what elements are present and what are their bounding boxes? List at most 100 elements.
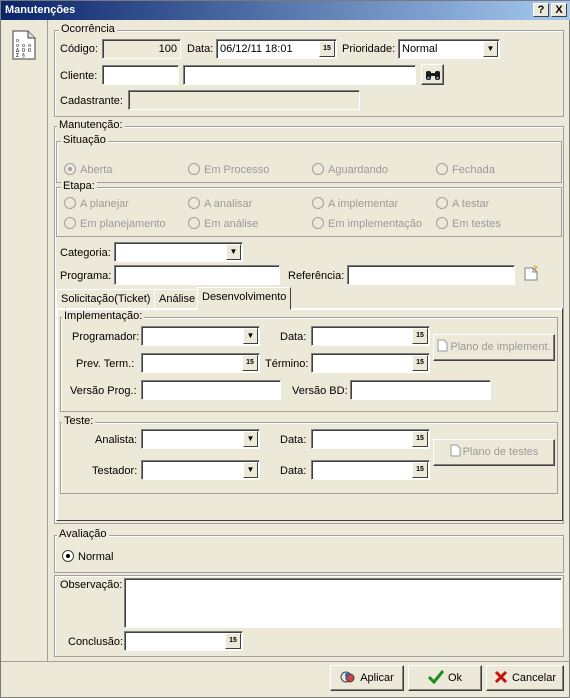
- radio-label: Fechada: [452, 164, 495, 176]
- versao-prog-input[interactable]: [141, 380, 281, 400]
- etapa-em-implementacao-radio[interactable]: Em implementação: [312, 217, 422, 230]
- close-button[interactable]: X: [551, 3, 567, 17]
- radio-dot-icon: [62, 550, 74, 562]
- impl-data-label: Data:: [280, 331, 307, 343]
- situacao-fechada-radio[interactable]: Fechada: [436, 163, 495, 176]
- radio-dot-icon: [188, 163, 200, 175]
- prioridade-select[interactable]: Normal ▼: [398, 39, 500, 59]
- teste-data-field[interactable]: 15: [311, 429, 430, 449]
- plano-testes-label: Plano de testes: [462, 446, 539, 458]
- etapa-em-testes-radio[interactable]: Em testes: [436, 217, 501, 230]
- checkmark-icon: [427, 670, 445, 685]
- cliente-name-input[interactable]: [183, 65, 416, 85]
- calendar-icon[interactable]: 15: [319, 41, 335, 57]
- situacao-group: Situação: [56, 134, 562, 183]
- calendar-icon[interactable]: 15: [242, 355, 258, 371]
- cancel-button[interactable]: Cancelar: [486, 665, 564, 691]
- radio-label: A planejar: [80, 198, 129, 210]
- help-button[interactable]: ?: [533, 3, 549, 17]
- title-bar: Manutenções ? X: [1, 1, 570, 20]
- radio-dot-icon: [64, 217, 76, 229]
- tab-solicitacao[interactable]: Solicitação(Ticket): [56, 289, 156, 309]
- avaliacao-normal-radio[interactable]: Normal: [62, 550, 113, 563]
- analista-select[interactable]: ▼: [141, 429, 260, 449]
- calendar-icon[interactable]: 15: [412, 355, 428, 371]
- plano-implementacao-button[interactable]: Plano de implement.: [433, 334, 555, 361]
- plano-testes-button[interactable]: Plano de testes: [433, 439, 555, 466]
- radio-label: Em testes: [452, 218, 501, 230]
- new-document-icon[interactable]: [524, 265, 538, 281]
- cadastrante-label: Cadastrante:: [60, 95, 123, 107]
- radio-dot-icon: [312, 197, 324, 209]
- apply-button[interactable]: Aplicar: [330, 665, 404, 691]
- tab-analise[interactable]: Análise: [154, 289, 201, 309]
- referencia-input[interactable]: [347, 265, 515, 285]
- categoria-select[interactable]: ▼: [114, 242, 243, 262]
- programador-select[interactable]: ▼: [141, 326, 260, 346]
- etapa-a-analisar-radio[interactable]: A analisar: [188, 197, 252, 210]
- conclusao-field[interactable]: 15: [124, 631, 243, 651]
- radio-dot-icon: [188, 217, 200, 229]
- chevron-down-icon[interactable]: ▼: [483, 41, 498, 57]
- programador-label: Programador:: [72, 331, 140, 343]
- data-field[interactable]: 06/12/11 18:01 15: [216, 39, 337, 59]
- impl-data-field[interactable]: 15: [311, 326, 430, 346]
- radio-dot-icon: [64, 163, 76, 175]
- maintenance-window: Manutenções ? X o o o o Δ O O Σ § Ocorrê…: [0, 0, 570, 698]
- situacao-aberta-radio[interactable]: Aberta: [64, 163, 112, 176]
- calendar-icon[interactable]: 15: [225, 633, 241, 649]
- teste-data-label: Data:: [280, 434, 307, 446]
- etapa-em-analise-radio[interactable]: Em análise: [188, 217, 258, 230]
- etapa-a-testar-radio[interactable]: A testar: [436, 197, 489, 210]
- teste-data2-label: Data:: [280, 465, 307, 477]
- radio-label: Em implementação: [328, 218, 423, 230]
- ok-button[interactable]: Ok: [408, 665, 482, 691]
- document-icon: o o o o Δ O O Σ §: [12, 30, 36, 60]
- radio-label: A analisar: [204, 198, 253, 210]
- radio-dot-icon: [436, 163, 448, 175]
- manutencao-legend: Manutenção:: [57, 119, 125, 131]
- radio-label: Em planejamento: [80, 218, 166, 230]
- programa-input[interactable]: [114, 265, 280, 285]
- observacao-textarea[interactable]: [124, 578, 562, 628]
- calendar-icon[interactable]: 15: [412, 462, 428, 478]
- codigo-label: Código:: [60, 43, 98, 55]
- chevron-down-icon[interactable]: ▼: [243, 431, 258, 447]
- search-client-button[interactable]: [421, 64, 444, 85]
- radio-label: Aberta: [80, 164, 113, 176]
- situacao-legend: Situação: [61, 134, 108, 146]
- radio-label: Normal: [78, 551, 114, 563]
- chevron-down-icon[interactable]: ▼: [226, 244, 241, 260]
- prev-term-field[interactable]: 15: [141, 353, 260, 373]
- chevron-down-icon[interactable]: ▼: [243, 328, 258, 344]
- situacao-em-processo-radio[interactable]: Em Processo: [188, 163, 269, 176]
- chevron-down-icon[interactable]: ▼: [243, 462, 258, 478]
- radio-label: Aguardando: [328, 164, 388, 176]
- termino-field[interactable]: 15: [311, 353, 430, 373]
- radio-label: A implementar: [328, 198, 399, 210]
- teste-data2-field[interactable]: 15: [311, 460, 430, 480]
- apply-label: Aplicar: [360, 672, 394, 684]
- etapa-em-planejamento-radio[interactable]: Em planejamento: [64, 217, 166, 230]
- cliente-code-input[interactable]: [102, 65, 179, 85]
- prev-term-label: Prev. Term.:: [76, 358, 135, 370]
- situacao-aguardando-radio[interactable]: Aguardando: [312, 163, 388, 176]
- ok-label: Ok: [447, 672, 463, 684]
- etapa-legend: Etapa:: [61, 180, 97, 192]
- testador-select[interactable]: ▼: [141, 460, 260, 480]
- observacao-label: Observação:: [60, 579, 123, 591]
- referencia-label: Referência:: [288, 270, 345, 282]
- teste-legend: Teste:: [62, 415, 96, 427]
- tab-desenvolvimento[interactable]: Desenvolvimento: [197, 287, 292, 310]
- avaliacao-group: Avaliação: [54, 528, 564, 573]
- svg-text:Σ §: Σ §: [16, 53, 25, 59]
- programa-label: Programa:: [60, 270, 112, 282]
- etapa-a-implementar-radio[interactable]: A implementar: [312, 197, 398, 210]
- versao-bd-input[interactable]: [350, 380, 491, 400]
- calendar-icon[interactable]: 15: [412, 431, 428, 447]
- bottom-divider: [1, 661, 570, 662]
- left-strip: o o o o Δ O O Σ §: [1, 20, 48, 662]
- cadastrante-field: [128, 90, 360, 110]
- calendar-icon[interactable]: 15: [412, 328, 428, 344]
- etapa-a-planejar-radio[interactable]: A planejar: [64, 197, 129, 210]
